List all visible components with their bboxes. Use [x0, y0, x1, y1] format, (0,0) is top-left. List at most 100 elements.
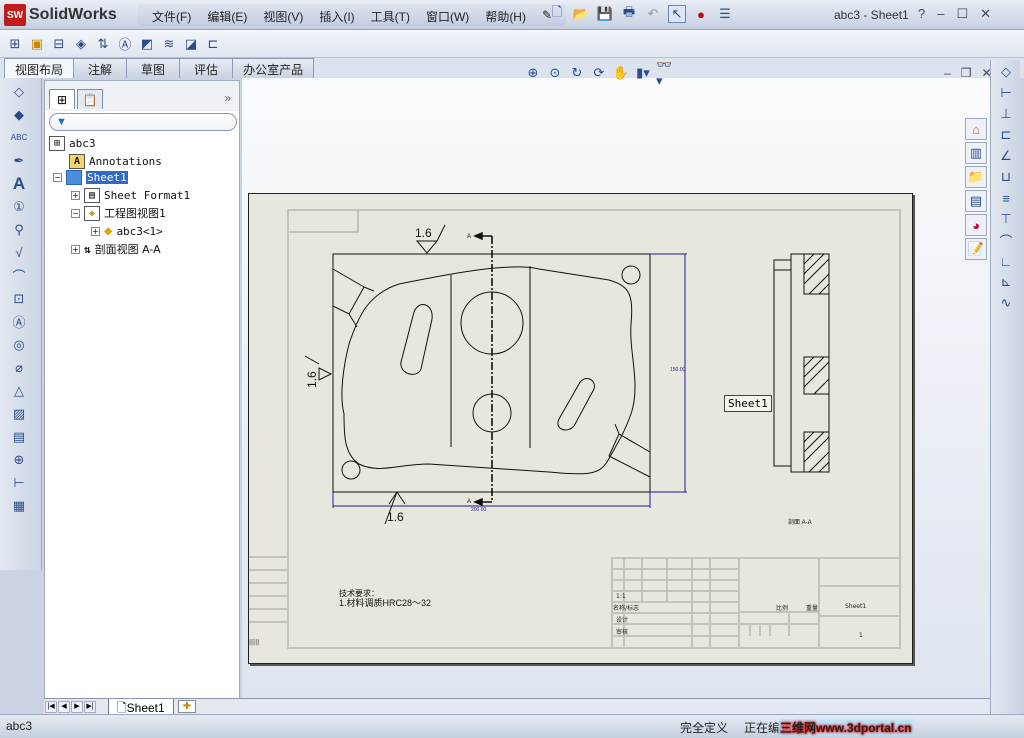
- doc-minimize-icon[interactable]: –: [944, 66, 951, 80]
- minimize-icon[interactable]: –: [937, 6, 944, 22]
- standard-3-view-icon[interactable]: ⊞: [6, 35, 24, 53]
- feature-tree-tab-icon[interactable]: ⊞: [49, 89, 75, 109]
- undo-icon[interactable]: ↶: [644, 5, 662, 23]
- tab-annotation[interactable]: 注解: [73, 58, 128, 78]
- expand-icon[interactable]: +: [71, 190, 80, 200]
- dimension-icon[interactable]: ◇: [996, 63, 1016, 81]
- centerline-icon[interactable]: ⊢: [8, 473, 30, 492]
- model-items-icon[interactable]: ◆: [8, 105, 30, 124]
- break-icon[interactable]: ≋: [160, 35, 178, 53]
- note-icon[interactable]: A: [8, 174, 30, 193]
- close-icon[interactable]: ✕: [980, 6, 991, 22]
- prev-sheet-icon[interactable]: ◀: [58, 700, 70, 713]
- vertical-dim-icon[interactable]: ⊥: [996, 105, 1016, 123]
- tab-sketch[interactable]: 草图: [126, 58, 181, 78]
- dimension-height[interactable]: 150.00: [670, 367, 686, 373]
- weld-symbol-icon[interactable]: ⌒: [8, 266, 30, 285]
- tree-item-sheet-format[interactable]: + ▤ Sheet Format1: [71, 187, 190, 203]
- section-view-icon[interactable]: ⇅: [94, 35, 112, 53]
- tree-item-drawing-view[interactable]: − ◈ 工程图视图1: [71, 205, 166, 221]
- revision-symbol-icon[interactable]: △: [8, 381, 30, 400]
- tree-item-section-view[interactable]: + ⇅ 剖面视图 A-A: [71, 241, 161, 257]
- view-palette-icon[interactable]: ▤: [965, 190, 987, 212]
- menu-tools[interactable]: 工具(T): [363, 4, 418, 26]
- tree-filter-input[interactable]: ▼: [49, 113, 237, 131]
- tab-evaluate[interactable]: 评估: [179, 58, 234, 78]
- custom-properties-icon[interactable]: 📝: [965, 238, 987, 260]
- home-icon[interactable]: ⌂: [965, 118, 987, 140]
- path-icon[interactable]: ⊾: [996, 273, 1016, 291]
- smart-dimension-icon[interactable]: ◇: [8, 82, 30, 101]
- design-library-icon[interactable]: ▥: [965, 142, 987, 164]
- first-sheet-icon[interactable]: |◀: [45, 700, 57, 713]
- model-view-icon[interactable]: ▣: [28, 35, 46, 53]
- broken-out-section-icon[interactable]: ◩: [138, 35, 156, 53]
- appearances-icon[interactable]: ◕: [965, 214, 987, 236]
- expand-icon[interactable]: +: [91, 226, 100, 236]
- datum-target-icon[interactable]: ◎: [8, 335, 30, 354]
- add-sheet-icon[interactable]: ✚: [177, 700, 197, 713]
- geometric-tolerance-icon[interactable]: ⊡: [8, 289, 30, 308]
- menu-insert[interactable]: 插入(I): [311, 4, 362, 26]
- tree-item-sheet[interactable]: − Sheet1: [53, 169, 128, 185]
- menu-help[interactable]: 帮助(H): [477, 4, 534, 26]
- hide-show-icon[interactable]: 👓▾: [656, 57, 674, 88]
- chamfer-dim-icon[interactable]: ⊔: [996, 168, 1016, 186]
- pan-icon[interactable]: ✋: [612, 64, 630, 82]
- auto-balloon-icon[interactable]: ⚲: [8, 220, 30, 239]
- rebuild-view-icon[interactable]: ⟳: [590, 64, 608, 82]
- projected-view-icon[interactable]: ⊟: [50, 35, 68, 53]
- detail-view-icon[interactable]: Ⓐ: [116, 35, 134, 53]
- select-icon[interactable]: ↖: [668, 5, 686, 23]
- next-sheet-icon[interactable]: ▶: [71, 700, 83, 713]
- options-icon[interactable]: ☰: [716, 5, 734, 23]
- tree-item-root[interactable]: ⊞ abc3: [49, 135, 96, 151]
- datum-feature-icon[interactable]: Ⓐ: [8, 312, 30, 331]
- open-icon[interactable]: 📂: [572, 5, 590, 23]
- file-explorer-icon[interactable]: 📁: [965, 166, 987, 188]
- crop-view-icon[interactable]: ◪: [182, 35, 200, 53]
- tree-item-annotations[interactable]: A Annotations: [69, 153, 162, 169]
- baseline-dim-icon[interactable]: ≡: [996, 189, 1016, 207]
- alternate-position-icon[interactable]: ⊏: [204, 35, 222, 53]
- expand-panel-icon[interactable]: »: [224, 91, 231, 105]
- angle-dim-icon[interactable]: ∠: [996, 147, 1016, 165]
- zoom-to-area-icon[interactable]: ⊙: [546, 64, 564, 82]
- save-icon[interactable]: 💾: [596, 5, 614, 23]
- balloon-icon[interactable]: ①: [8, 197, 30, 216]
- table-icon[interactable]: ▦: [8, 496, 30, 515]
- expand-icon[interactable]: +: [71, 244, 80, 254]
- drawing-sheet[interactable]: 1:1 名称/标志 设计 审核 比例 重量 Sheet1 1 ||||| A A…: [248, 193, 913, 664]
- spline-icon[interactable]: ∿: [996, 294, 1016, 312]
- tree-item-part[interactable]: + ◆ abc3<1>: [91, 223, 163, 239]
- format-painter-icon[interactable]: ✒: [8, 151, 30, 170]
- block-icon[interactable]: ▤: [8, 427, 30, 446]
- surface-finish-icon[interactable]: √: [8, 243, 30, 262]
- arc-icon[interactable]: ⌒: [996, 231, 1016, 249]
- doc-restore-icon[interactable]: ❐: [961, 66, 972, 80]
- line-icon[interactable]: ⊤: [996, 210, 1016, 228]
- help-icon[interactable]: ?: [918, 6, 925, 22]
- horizontal-dim-icon[interactable]: ⊢: [996, 84, 1016, 102]
- menu-view[interactable]: 视图(V): [255, 4, 311, 26]
- rebuild-icon[interactable]: ●: [692, 5, 710, 23]
- auxiliary-view-icon[interactable]: ◈: [72, 35, 90, 53]
- app-logo[interactable]: SW SolidWorks: [4, 4, 117, 26]
- previous-view-icon[interactable]: ↻: [568, 64, 586, 82]
- tab-view-layout[interactable]: 视图布局: [4, 58, 75, 78]
- menu-file[interactable]: 文件(F): [144, 4, 199, 26]
- center-mark-icon[interactable]: ⊕: [8, 450, 30, 469]
- zoom-to-fit-icon[interactable]: ⊕: [524, 64, 542, 82]
- menu-window[interactable]: 窗口(W): [418, 4, 477, 26]
- collapse-icon[interactable]: −: [71, 208, 80, 218]
- tab-office-products[interactable]: 办公室产品: [232, 58, 315, 78]
- display-style-icon[interactable]: ▮▾: [634, 64, 652, 82]
- property-manager-tab-icon[interactable]: 📋: [77, 89, 103, 109]
- tab-sheet1[interactable]: 🗋Sheet1: [108, 698, 174, 715]
- last-sheet-icon[interactable]: ▶|: [84, 700, 96, 713]
- menu-edit[interactable]: 编辑(E): [199, 4, 255, 26]
- new-icon[interactable]: 🗋: [548, 4, 566, 23]
- hole-callout-icon[interactable]: ⌀: [8, 358, 30, 377]
- dimension-width[interactable]: 200.00: [471, 507, 487, 513]
- collapse-icon[interactable]: −: [53, 172, 62, 182]
